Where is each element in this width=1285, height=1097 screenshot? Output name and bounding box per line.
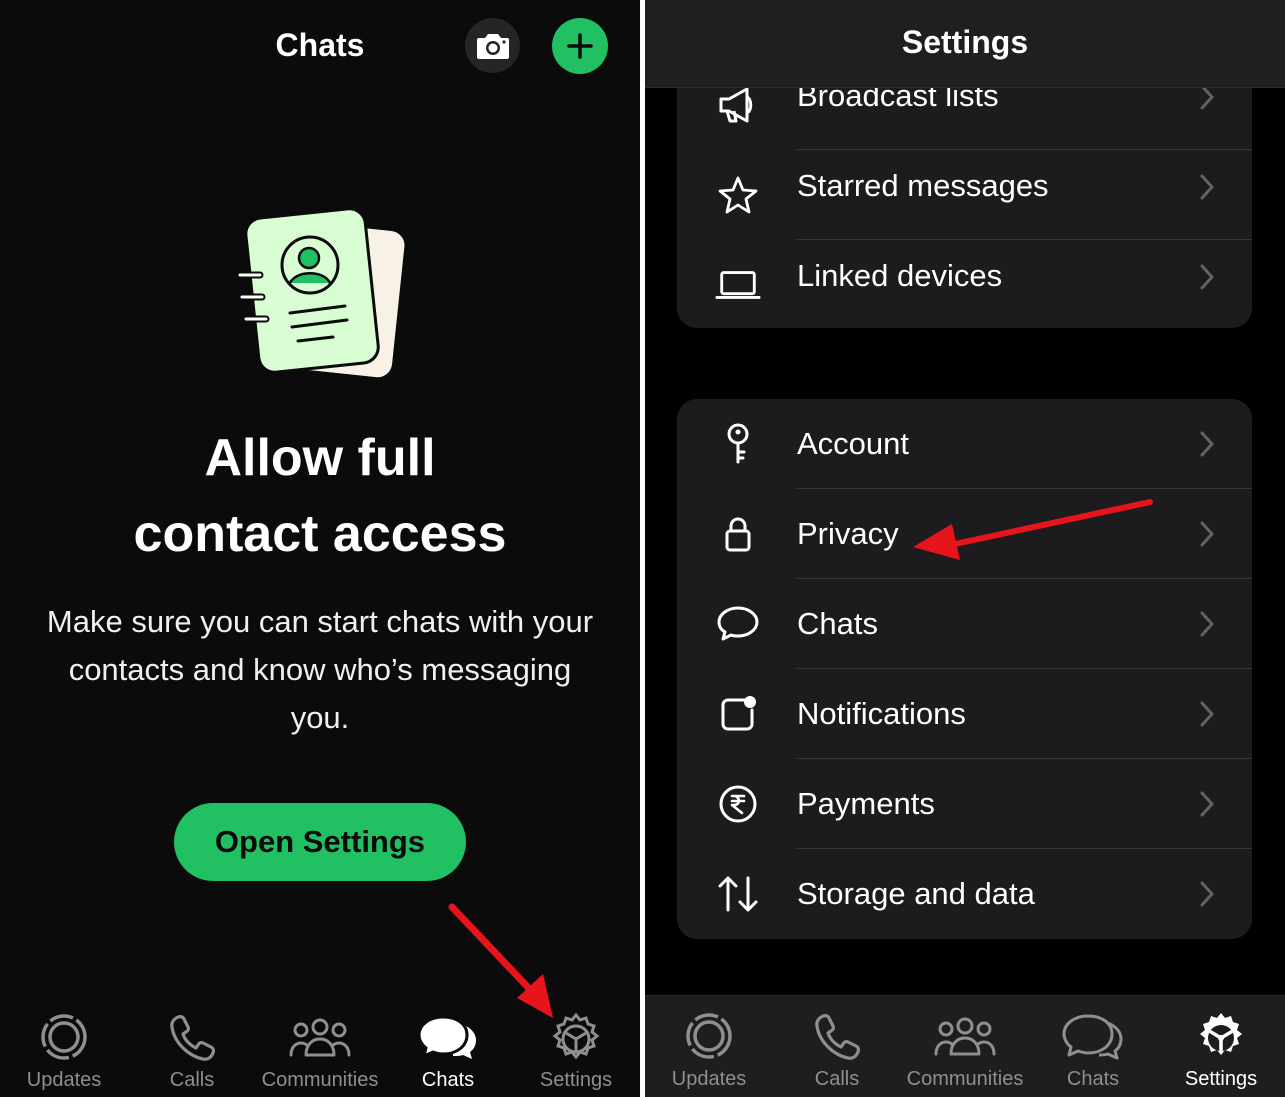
settings-item-chats[interactable]: Chats [677, 579, 1252, 669]
chat-bubble-icon [715, 601, 761, 647]
settings-item-notifications[interactable]: Notifications [677, 669, 1252, 759]
settings-item-label: Storage and data [797, 876, 1035, 911]
page-title: Settings [901, 24, 1029, 60]
arrows-up-down-icon [715, 871, 761, 917]
chevron-right-icon [1200, 701, 1214, 727]
headline: Allow full contact access [0, 420, 640, 572]
updates-icon [686, 1013, 732, 1059]
chevron-right-icon [1200, 174, 1214, 200]
settings-item-privacy[interactable]: Privacy [677, 489, 1252, 579]
megaphone-icon [715, 82, 761, 128]
settings-item-label: Chats [797, 606, 878, 641]
tab-label: Updates [26, 1069, 102, 1091]
tab-label: Chats [421, 1069, 475, 1091]
settings-item-account[interactable]: Account [677, 399, 1252, 489]
tab-settings[interactable]: Settings [512, 1003, 640, 1097]
settings-item-linked-devices[interactable]: Linked devices [677, 240, 1252, 328]
tab-updates[interactable]: Updates [645, 996, 773, 1097]
tab-communities[interactable]: Communities [901, 996, 1029, 1097]
phone-icon [170, 1015, 215, 1061]
tab-label: Calls [814, 1068, 860, 1090]
tab-label: Communities [906, 1068, 1024, 1090]
tab-calls[interactable]: Calls [128, 1003, 256, 1097]
settings-item-starred-messages[interactable]: Starred messages [677, 150, 1252, 240]
new-chat-button[interactable] [552, 18, 608, 74]
settings-item-label: Notifications [797, 696, 966, 731]
communities-icon [934, 1017, 996, 1056]
chevron-right-icon [1200, 881, 1214, 907]
tab-label: Settings [539, 1069, 613, 1091]
contact-card-illustration [236, 207, 408, 381]
settings-item-storage-and-data[interactable]: Storage and data [677, 849, 1252, 939]
camera-button[interactable] [465, 18, 520, 73]
description-text: Make sure you can start chats with your … [46, 604, 594, 735]
headline-line-2: contact access [133, 505, 507, 563]
tab-bar: Updates Calls Communities Chats Settings [0, 1003, 640, 1097]
plus-icon [567, 33, 593, 59]
open-settings-button[interactable]: Open Settings [174, 803, 466, 881]
notification-icon [715, 691, 761, 737]
tab-label: Settings [1184, 1068, 1258, 1090]
chats-screen: Chats Allow full contact access Make sur… [0, 0, 640, 1097]
key-icon [715, 421, 761, 467]
chevron-right-icon [1200, 521, 1214, 547]
settings-header: Settings [645, 0, 1285, 88]
chevron-right-icon [1200, 611, 1214, 637]
tab-updates[interactable]: Updates [0, 1003, 128, 1097]
laptop-icon [715, 262, 761, 308]
tab-chats[interactable]: Chats [384, 1003, 512, 1097]
chat-bubbles-icon [1062, 1014, 1123, 1060]
tab-label: Calls [169, 1069, 215, 1091]
chevron-right-icon [1200, 791, 1214, 817]
tab-label: Chats [1066, 1068, 1120, 1090]
communities-icon [289, 1018, 351, 1057]
rupee-icon [715, 781, 761, 827]
headline-line-1: Allow full [204, 429, 436, 487]
star-icon [715, 172, 761, 218]
settings-item-label: Starred messages [797, 168, 1049, 203]
tab-settings[interactable]: Settings [1157, 996, 1285, 1097]
settings-item-label: Account [797, 426, 910, 461]
lock-icon [715, 511, 761, 557]
tab-communities[interactable]: Communities [256, 1003, 384, 1097]
settings-screen: Settings Broadcast lists Starred message… [645, 0, 1285, 1097]
chat-bubbles-icon [417, 1015, 476, 1059]
tab-chats[interactable]: Chats [1029, 996, 1157, 1097]
settings-item-payments[interactable]: Payments [677, 759, 1252, 849]
settings-item-label: Privacy [797, 516, 899, 551]
updates-icon [41, 1014, 87, 1060]
tab-calls[interactable]: Calls [773, 996, 901, 1097]
settings-group-tools: Broadcast lists Starred messages Linked … [677, 60, 1252, 328]
page-title: Chats [275, 27, 365, 63]
tab-bar: Updates Calls Communities Chats Settings [645, 995, 1285, 1097]
camera-icon [476, 33, 509, 59]
phone-icon [815, 1014, 860, 1060]
settings-group-main: Account Privacy Chats Notifications Paym… [677, 399, 1252, 939]
gear-icon [1200, 1013, 1242, 1055]
settings-item-label: Linked devices [797, 258, 1003, 293]
chevron-right-icon [1200, 264, 1214, 290]
tab-label: Communities [261, 1069, 379, 1091]
chevron-right-icon [1200, 431, 1214, 457]
tab-label: Updates [671, 1068, 747, 1090]
settings-item-label: Payments [797, 786, 935, 821]
gear-icon [552, 1012, 600, 1060]
